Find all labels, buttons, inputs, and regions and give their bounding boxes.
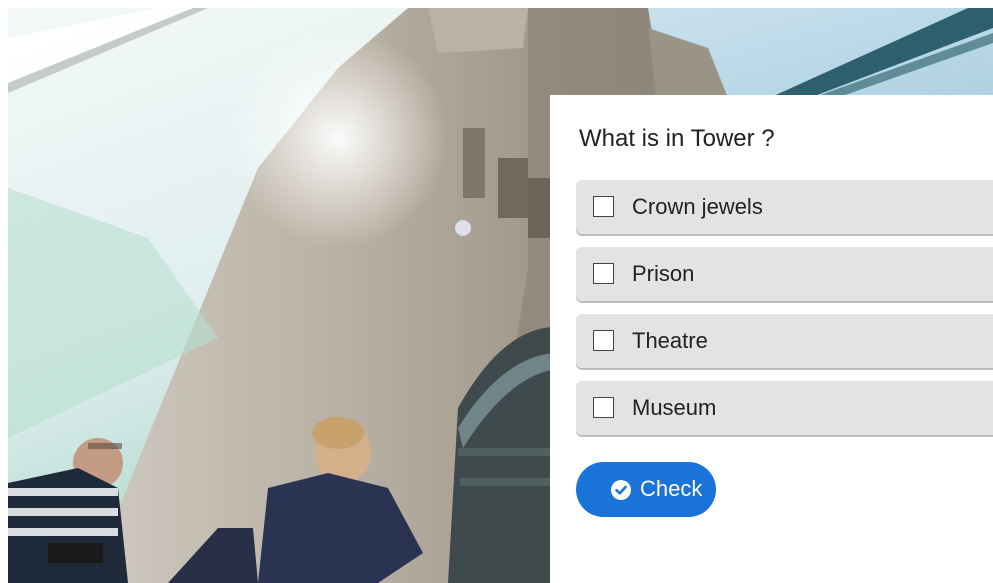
check-button[interactable]: Check (576, 462, 716, 517)
option-checkbox[interactable] (593, 263, 614, 284)
option-prison[interactable]: Prison (576, 247, 993, 301)
answer-options: Crown jewels Prison Theatre Museum (576, 180, 993, 448)
option-label: Museum (632, 395, 717, 420)
option-label: Theatre (632, 328, 708, 353)
option-label: Crown jewels (632, 194, 763, 219)
option-checkbox[interactable] (593, 397, 614, 418)
option-theatre[interactable]: Theatre (576, 314, 993, 368)
option-museum[interactable]: Museum (576, 381, 993, 435)
quiz-panel: What is in Tower ? Crown jewels Prison T… (550, 95, 993, 583)
option-checkbox[interactable] (593, 330, 614, 351)
option-label: Prison (632, 261, 695, 286)
option-checkbox[interactable] (593, 196, 614, 217)
check-button-label: Check (640, 476, 703, 501)
check-circle-icon (611, 480, 631, 500)
question-text: What is in Tower ? (579, 125, 775, 152)
option-crown-jewels[interactable]: Crown jewels (576, 180, 993, 234)
